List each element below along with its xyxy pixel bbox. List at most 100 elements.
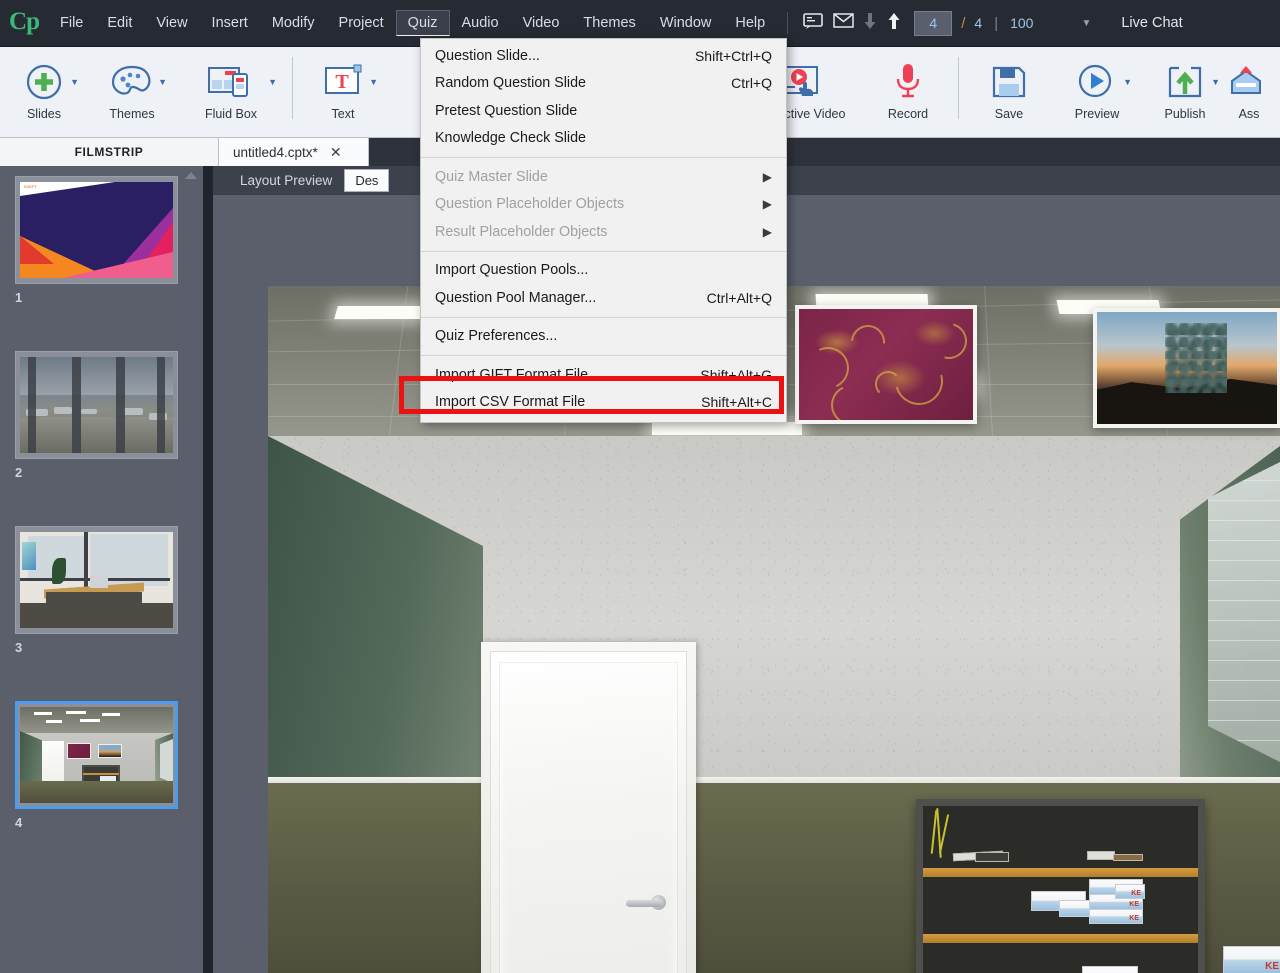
menu-item-label: Result Placeholder Objects bbox=[435, 223, 608, 240]
scroll-up-arrow-icon[interactable] bbox=[185, 172, 197, 179]
menu-item-label: Question Placeholder Objects bbox=[435, 196, 625, 213]
menu-item-result-placeholder-objects: Result Placeholder Objects ▶ bbox=[421, 218, 786, 246]
menu-item-pretest-question-slide[interactable]: Pretest Question Slide bbox=[421, 97, 786, 125]
layout-preview-label: Layout Preview bbox=[240, 173, 333, 188]
menu-item-shortcut: Ctrl+Q bbox=[731, 75, 772, 92]
menu-quiz[interactable]: Quiz bbox=[395, 10, 450, 36]
captivate-application-window: Cp File Edit View Insert Modify Project … bbox=[0, 0, 1280, 973]
slide-thumbnail-2[interactable] bbox=[15, 351, 178, 459]
previous-slide-arrow-icon[interactable] bbox=[858, 12, 882, 35]
play-circle-icon bbox=[1077, 59, 1117, 105]
list-item[interactable]: 4 bbox=[15, 701, 178, 830]
fluid-box-tool-label: Fluid Box bbox=[204, 107, 258, 121]
publish-tool-label: Publish bbox=[1164, 107, 1206, 121]
document-tab-label: untitled4.cptx* bbox=[233, 144, 318, 160]
slides-tool-button[interactable]: ▼ Slides bbox=[0, 53, 88, 135]
filmstrip-panel[interactable]: SWFT 1 2 3 4 bbox=[0, 166, 203, 973]
sunset-canvas bbox=[1097, 312, 1277, 424]
quiz-dropdown-menu[interactable]: Question Slide... Shift+Ctrl+Q Random Qu… bbox=[420, 38, 787, 423]
abstract-geometric-title-slide: SWFT bbox=[20, 182, 173, 278]
menu-view[interactable]: View bbox=[144, 10, 199, 36]
device-preview-button[interactable]: Des bbox=[344, 169, 390, 192]
fluid-box-chevron-down-icon[interactable]: ▼ bbox=[268, 77, 277, 87]
menu-audio[interactable]: Audio bbox=[450, 10, 511, 36]
menu-item-import-csv-format-file[interactable]: Import CSV Format File Shift+Alt+C bbox=[421, 389, 786, 417]
publish-chevron-down-icon[interactable]: ▼ bbox=[1211, 77, 1220, 87]
menu-item-shortcut: Shift+Alt+C bbox=[701, 394, 772, 411]
menu-item-label: Import CSV Format File bbox=[435, 394, 586, 411]
assets-icon bbox=[1229, 59, 1266, 105]
slides-chevron-down-icon[interactable]: ▼ bbox=[70, 77, 79, 87]
chevron-right-icon: ▶ bbox=[762, 197, 772, 212]
themes-chevron-down-icon[interactable]: ▼ bbox=[158, 77, 167, 87]
tab-filmstrip[interactable]: FILMSTRIP bbox=[0, 138, 219, 166]
menu-item-import-question-pools[interactable]: Import Question Pools... bbox=[421, 257, 786, 285]
menu-item-random-question-slide[interactable]: Random Question Slide Ctrl+Q bbox=[421, 70, 786, 98]
ribbon-divider-1 bbox=[292, 57, 293, 119]
menu-window[interactable]: Window bbox=[648, 10, 724, 36]
foreground-plant bbox=[1165, 323, 1227, 393]
menu-item-import-gift-format-file[interactable]: Import GIFT Format File Shift+Alt+G bbox=[421, 361, 786, 389]
current-slide-input[interactable]: 4 bbox=[914, 10, 953, 36]
menu-item-quiz-preferences[interactable]: Quiz Preferences... bbox=[421, 323, 786, 351]
text-tool-button[interactable]: T ▼ Text bbox=[299, 53, 387, 135]
text-chevron-down-icon[interactable]: ▼ bbox=[369, 77, 378, 87]
live-chat-link[interactable]: Live Chat bbox=[1121, 15, 1182, 31]
burgundy-gold-filigree-artwork bbox=[795, 305, 977, 424]
screen-share-icon[interactable] bbox=[798, 12, 828, 34]
tab-document[interactable]: untitled4.cptx* ✕ bbox=[219, 138, 369, 166]
zoom-chevron-down-icon[interactable]: ▼ bbox=[1081, 18, 1091, 29]
menu-video[interactable]: Video bbox=[511, 10, 572, 36]
next-slide-arrow-icon[interactable] bbox=[882, 12, 906, 35]
ke-labeled-boxes: KE bbox=[1082, 966, 1138, 973]
menu-item-question-pool-manager[interactable]: Question Pool Manager... Ctrl+Alt+Q bbox=[421, 284, 786, 312]
menu-item-knowledge-check-slide[interactable]: Knowledge Check Slide bbox=[421, 125, 786, 153]
door-slab bbox=[490, 651, 687, 973]
save-tool-label: Save bbox=[994, 107, 1024, 121]
plus-circle-icon bbox=[23, 59, 65, 105]
menu-item-label: Pretest Question Slide bbox=[435, 102, 578, 119]
menu-separator bbox=[421, 316, 786, 318]
slide-number-1: 1 bbox=[15, 290, 23, 305]
menu-edit[interactable]: Edit bbox=[95, 10, 144, 36]
shelf-interior bbox=[923, 806, 1198, 973]
publish-tool-button[interactable]: ▼ Publish bbox=[1141, 53, 1229, 135]
menu-item-question-slide[interactable]: Question Slide... Shift+Ctrl+Q bbox=[421, 42, 786, 70]
chevron-right-icon: ▶ bbox=[762, 224, 772, 239]
menu-themes[interactable]: Themes bbox=[571, 10, 647, 36]
menu-insert[interactable]: Insert bbox=[200, 10, 260, 36]
envelope-icon[interactable] bbox=[828, 13, 858, 33]
menu-file[interactable]: File bbox=[48, 10, 95, 36]
zoom-level-value[interactable]: 100 bbox=[1010, 15, 1033, 31]
fluid-box-tool-button[interactable]: ▼ Fluid Box bbox=[176, 53, 286, 135]
glass-entrance-door-photo bbox=[20, 357, 173, 453]
text-box-icon: T bbox=[322, 59, 364, 105]
menu-item-label: Question Pool Manager... bbox=[435, 289, 597, 306]
chevron-right-icon: ▶ bbox=[762, 169, 772, 184]
slide-thumbnail-4[interactable] bbox=[15, 701, 178, 809]
menu-item-label: Import GIFT Format File bbox=[435, 366, 589, 383]
slide-number-3: 3 bbox=[15, 640, 23, 655]
close-icon[interactable]: ✕ bbox=[330, 144, 342, 161]
menu-help[interactable]: Help bbox=[723, 10, 777, 36]
menu-item-label: Random Question Slide bbox=[435, 75, 586, 92]
slide-thumbnail-1[interactable]: SWFT bbox=[15, 176, 178, 284]
menu-project[interactable]: Project bbox=[327, 10, 396, 36]
list-item[interactable]: 3 bbox=[15, 526, 178, 655]
list-item[interactable]: SWFT 1 bbox=[15, 176, 178, 305]
slide-thumbnail-3[interactable] bbox=[15, 526, 178, 634]
menu-item-shortcut: Shift+Ctrl+Q bbox=[694, 47, 772, 64]
preview-chevron-down-icon[interactable]: ▼ bbox=[1123, 77, 1132, 87]
record-tool-button[interactable]: Record bbox=[864, 53, 952, 135]
menu-modify[interactable]: Modify bbox=[260, 10, 327, 36]
record-tool-label: Record bbox=[887, 107, 929, 121]
themes-tool-button[interactable]: ▼ Themes bbox=[88, 53, 176, 135]
text-tool-label: Text bbox=[331, 107, 355, 121]
shelf-board bbox=[923, 868, 1198, 877]
menu-item-label: Quiz Master Slide bbox=[435, 168, 548, 185]
preview-tool-button[interactable]: ▼ Preview bbox=[1053, 53, 1141, 135]
assets-tool-button[interactable]: Ass bbox=[1229, 53, 1269, 135]
save-tool-button[interactable]: Save bbox=[965, 53, 1053, 135]
ribbon-divider-3 bbox=[958, 57, 959, 119]
list-item[interactable]: 2 bbox=[15, 351, 178, 480]
